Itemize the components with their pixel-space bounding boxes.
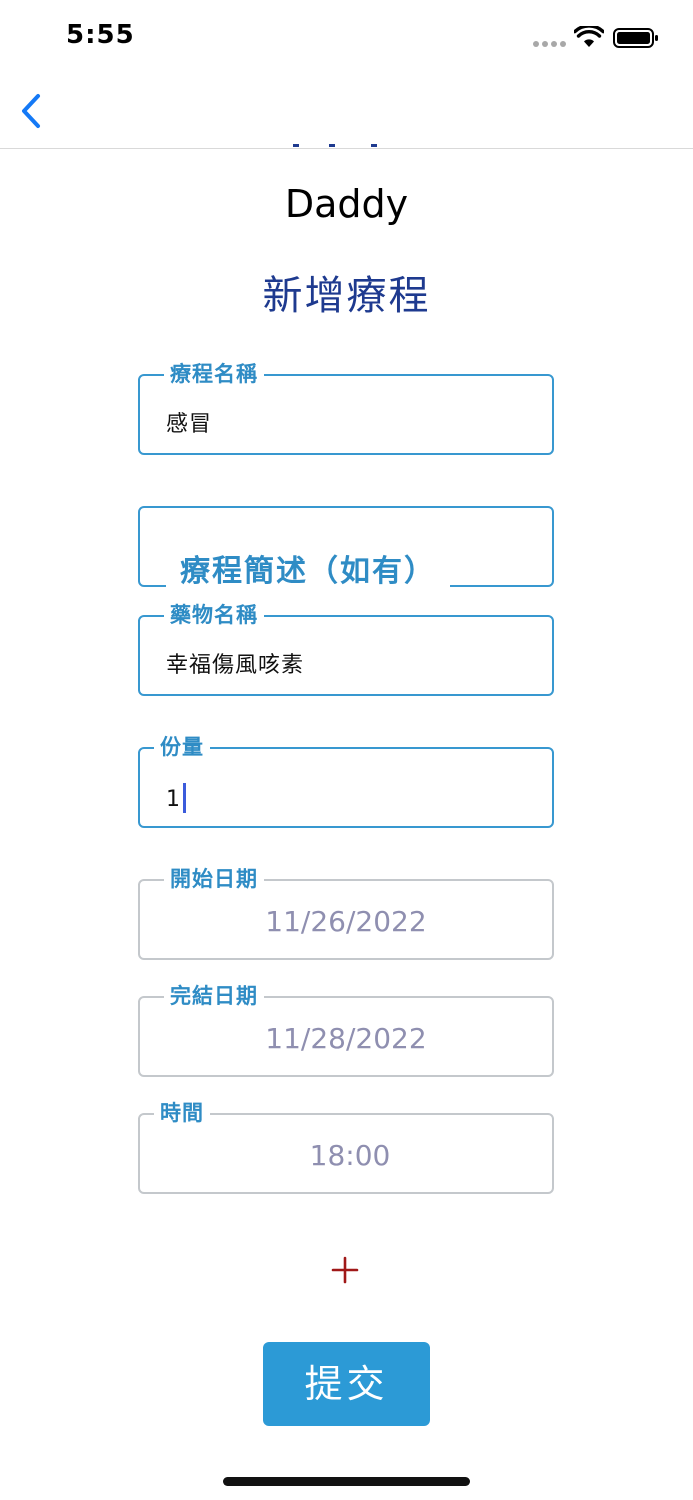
end-date-label: 完結日期 [164, 983, 264, 1009]
time-field[interactable]: 時間 18:00 [138, 1100, 554, 1194]
plus-icon [331, 1256, 359, 1284]
medicine-name-field[interactable]: 藥物名稱 幸福傷風咳素 [138, 602, 554, 696]
home-indicator[interactable] [223, 1477, 470, 1486]
dosage-value-wrap: 1 [166, 783, 186, 815]
course-description-field[interactable]: 療程簡述（如有） [138, 506, 554, 592]
scrolled-content-edge [293, 144, 377, 147]
battery-icon [613, 28, 658, 48]
medicine-name-label: 藥物名稱 [164, 602, 264, 628]
dosage-label: 份量 [154, 734, 210, 760]
course-name-field[interactable]: 療程名稱 感冒 [138, 361, 554, 455]
status-time: 5:55 [66, 20, 135, 50]
course-description-placeholder: 療程簡述（如有） [166, 552, 450, 592]
start-date-value: 11/26/2022 [265, 905, 427, 938]
start-date-field[interactable]: 開始日期 11/26/2022 [138, 866, 554, 960]
time-label: 時間 [154, 1100, 210, 1126]
chevron-left-icon [22, 94, 40, 128]
user-name: Daddy [284, 182, 409, 226]
course-name-value: 感冒 [166, 412, 213, 437]
submit-button[interactable]: 提交 [263, 1342, 430, 1426]
start-date-label: 開始日期 [164, 866, 264, 892]
course-name-label: 療程名稱 [164, 361, 264, 387]
back-button[interactable] [14, 90, 54, 134]
navigation-bar [0, 80, 693, 149]
time-value: 18:00 [309, 1139, 391, 1172]
dosage-value: 1 [166, 787, 181, 812]
text-cursor [183, 783, 186, 813]
end-date-field[interactable]: 完結日期 11/28/2022 [138, 983, 554, 1077]
wifi-icon [574, 26, 604, 47]
cellular-signal-icon [533, 41, 566, 47]
add-time-button[interactable] [327, 1252, 363, 1288]
dosage-field[interactable]: 份量 1 [138, 734, 554, 828]
page-title: 新增療程 [262, 273, 431, 319]
medicine-name-value: 幸福傷風咳素 [166, 653, 305, 678]
end-date-value: 11/28/2022 [265, 1022, 427, 1055]
status-bar: 5:55 [0, 0, 693, 80]
